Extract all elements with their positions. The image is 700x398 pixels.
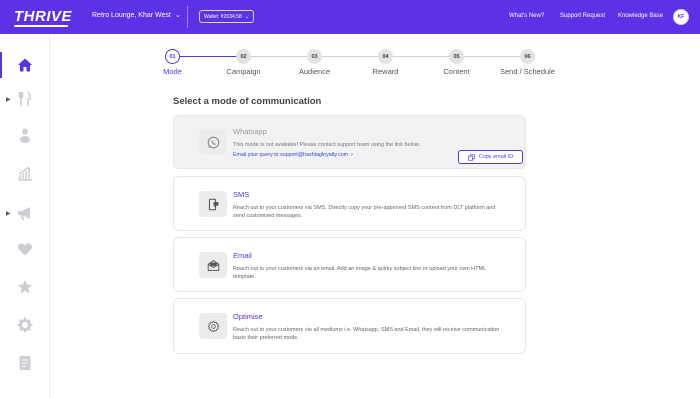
gear-icon	[206, 320, 220, 332]
mode-card-sms[interactable]: SMS Reach out to your customers via SMS.…	[173, 176, 526, 231]
optimise-icon-box	[199, 313, 227, 339]
mode-card-optimise[interactable]: Optimise Reach out to your customers via…	[173, 298, 526, 354]
step-3-label: Audience	[298, 67, 331, 76]
brand-logo[interactable]: THRIVE	[14, 8, 72, 25]
sidebar-item-analytics[interactable]	[0, 154, 50, 192]
step-connector	[464, 56, 521, 57]
mode-title: Email	[233, 251, 252, 260]
step-3-circle[interactable]: 03	[307, 49, 322, 64]
sms-icon-box	[199, 191, 227, 217]
sidebar-item-feedback[interactable]	[0, 268, 50, 306]
logo-underline	[14, 25, 68, 27]
step-connector	[251, 56, 308, 57]
store-selector[interactable]: Retro Lounge, Khar West ⌄	[92, 11, 181, 20]
copy-icon	[468, 153, 475, 161]
sidebar-item-home[interactable]	[0, 46, 50, 84]
mode-card-whatsapp: Whatsapp This mode is not available! Ple…	[173, 115, 526, 169]
step-connector	[180, 56, 237, 57]
chart-icon	[18, 166, 32, 181]
megaphone-icon	[18, 207, 30, 220]
step-1-circle[interactable]: 01	[165, 49, 180, 64]
sidebar: ▶ ▶	[0, 34, 50, 398]
top-bar: THRIVE Retro Lounge, Khar West ⌄ Wallet:…	[0, 0, 700, 34]
caret-right-icon: ▶	[6, 96, 11, 103]
user-icon	[20, 128, 30, 143]
step-4-circle[interactable]: 04	[378, 49, 393, 64]
whatsapp-icon	[207, 136, 219, 148]
receipt-icon	[19, 356, 31, 370]
star-icon	[17, 279, 33, 294]
mode-description: Reach out to your customers via an email…	[233, 266, 486, 280]
wallet-balance: Wallet: ₹2034.58	[204, 13, 242, 20]
fork-knife-icon	[18, 91, 31, 106]
caret-right-icon: ▶	[6, 210, 11, 217]
wallet-button[interactable]: Wallet: ₹2034.58 ⌄	[199, 10, 254, 23]
copy-email-button[interactable]: Copy email ID	[458, 150, 523, 164]
sms-icon	[208, 198, 218, 210]
nav-knowledge-base[interactable]: Knowledge Base	[618, 13, 663, 19]
gear-icon	[17, 317, 33, 333]
step-4-label: Reward	[372, 67, 399, 76]
sidebar-item-settings[interactable]	[0, 306, 50, 344]
step-2-circle[interactable]: 02	[236, 49, 251, 64]
step-5-circle[interactable]: 05	[449, 49, 464, 64]
support-email-text: Email your query to support@hashtagloyal…	[233, 152, 349, 158]
page-title: Select a mode of communication	[173, 96, 322, 107]
step-1-label: Mode	[163, 67, 182, 76]
mode-title: Whatsapp	[233, 127, 267, 136]
step-2-label: Campaign	[226, 67, 261, 76]
home-icon	[18, 58, 32, 72]
mode-description: This mode is not available! Please conta…	[233, 142, 421, 148]
mode-card-email[interactable]: Email Reach out to your customers via an…	[173, 237, 526, 292]
mode-title: Optimise	[233, 312, 263, 321]
nav-whats-new[interactable]: What's New?	[509, 13, 544, 19]
email-icon	[207, 259, 219, 271]
mode-description: Reach out to your customers via all medi…	[233, 327, 500, 341]
store-name: Retro Lounge, Khar West	[92, 11, 171, 19]
sidebar-item-customers[interactable]	[0, 116, 50, 154]
whatsapp-icon-box	[199, 129, 227, 155]
step-5-label: Content	[443, 67, 470, 76]
chevron-down-icon: ⌄	[244, 13, 249, 20]
step-connector	[322, 56, 379, 57]
step-connector	[393, 56, 450, 57]
copy-email-label: Copy email ID	[478, 154, 514, 160]
mode-description: Reach out to your customers via SMS. Dir…	[233, 205, 496, 219]
sidebar-item-reports[interactable]	[0, 344, 50, 382]
header-divider	[187, 6, 188, 28]
chevron-down-icon: ⌄	[174, 12, 181, 19]
sidebar-item-menu[interactable]: ▶	[0, 80, 50, 118]
sidebar-item-loyalty[interactable]	[0, 230, 50, 268]
email-icon-box	[199, 252, 227, 278]
heart-icon	[18, 243, 32, 256]
support-email-link[interactable]: Email your query to support@hashtagloyal…	[233, 152, 353, 158]
step-6-label: Send / Schedule	[499, 67, 556, 76]
mode-title: SMS	[233, 190, 250, 199]
sidebar-item-campaigns[interactable]: ▶	[0, 194, 50, 232]
avatar[interactable]: KF	[673, 9, 689, 25]
nav-support-request[interactable]: Support Request	[560, 13, 605, 19]
chevron-right-icon: ›	[349, 152, 353, 158]
step-6-circle[interactable]: 06	[520, 49, 535, 64]
